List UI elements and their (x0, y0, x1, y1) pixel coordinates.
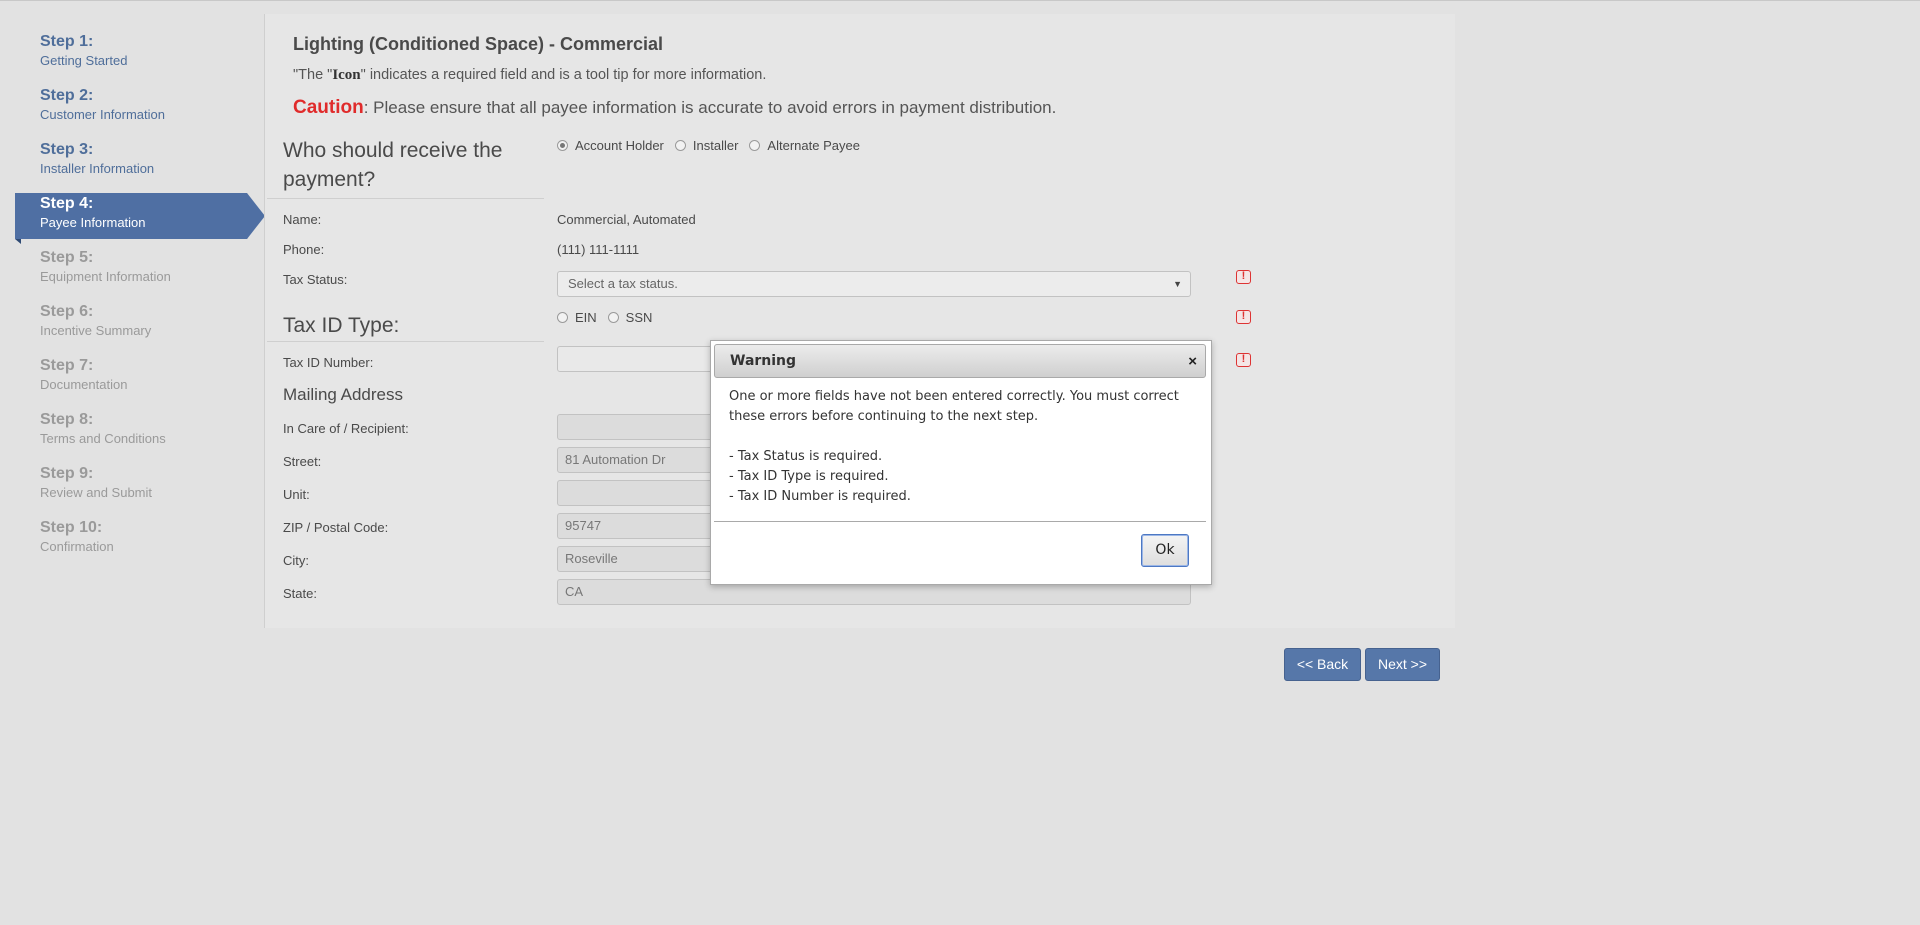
sidebar-step-1[interactable]: Step 1: Getting Started (15, 14, 265, 68)
section-divider (267, 341, 544, 342)
sidebar-step-6: Step 6: Incentive Summary (15, 284, 265, 338)
step-number: Step 5: (40, 249, 94, 266)
unit-label: Unit: (283, 487, 310, 502)
next-button[interactable]: Next >> (1365, 648, 1440, 681)
step-number: Step 3: (40, 141, 94, 158)
radio-account-holder[interactable]: Account Holder (557, 138, 664, 153)
step-number: Step 4: (40, 195, 94, 212)
back-button[interactable]: << Back (1284, 648, 1361, 681)
step-number: Step 7: (40, 357, 94, 374)
radio-ssn[interactable]: SSN (607, 310, 652, 325)
step-label: Review and Submit (40, 485, 152, 500)
name-value: Commercial, Automated (557, 212, 696, 227)
step-label: Terms and Conditions (40, 431, 166, 446)
step-label: Installer Information (40, 161, 155, 176)
radio-button[interactable] (607, 312, 619, 323)
dialog-header: Warning × (714, 344, 1206, 378)
step-label: Payee Information (40, 215, 146, 230)
page-title: Lighting (Conditioned Space) - Commercia… (293, 34, 664, 54)
caution-message: Caution: Please ensure that all payee in… (293, 97, 1056, 119)
step-number: Step 1: (40, 33, 94, 50)
phone-label: Phone: (283, 242, 325, 257)
city-label: City: (283, 553, 309, 568)
radio-alternate-payee[interactable]: Alternate Payee (749, 138, 860, 153)
required-error-icon[interactable]: ! (1236, 353, 1251, 367)
sidebar-step-7: Step 7: Documentation (15, 338, 265, 392)
step-number: Step 9: (40, 465, 94, 482)
mailing-address-heading: Mailing Address (283, 385, 404, 404)
step-number: Step 2: (40, 87, 94, 104)
payee-radio-group: Account Holder Installer Alternate Payee (557, 138, 871, 153)
name-label: Name: (283, 212, 322, 227)
sidebar-step-8: Step 8: Terms and Conditions (15, 392, 265, 446)
error-item: - Tax ID Type is required. (729, 469, 889, 484)
step-number: Step 8: (40, 411, 94, 428)
step-label: Incentive Summary (40, 323, 152, 338)
tax-id-type-radio-group: EIN SSN (557, 310, 663, 325)
required-error-icon[interactable]: ! (1236, 310, 1251, 324)
dialog-message-text: One or more fields have not been entered… (729, 389, 1179, 424)
care-of-label: In Care of / Recipient: (283, 421, 409, 436)
radio-button[interactable] (557, 312, 568, 323)
error-item: - Tax ID Number is required. (729, 489, 911, 504)
step-label: Customer Information (40, 107, 165, 122)
top-border (0, 0, 1920, 1)
dialog-message: One or more fields have not been entered… (729, 387, 1189, 507)
icon-word: Icon (332, 67, 361, 83)
step-number: Step 10: (40, 519, 103, 536)
warning-dialog: Warning × One or more fields have not be… (710, 340, 1212, 585)
street-label: Street: (283, 454, 322, 469)
sidebar-step-10: Step 10: Confirmation (15, 500, 265, 554)
payee-question-heading: Who should receive the payment? (283, 139, 503, 191)
sidebar-step-3[interactable]: Step 3: Installer Information (15, 122, 265, 176)
required-error-icon[interactable]: ! (1236, 270, 1251, 284)
section-divider (267, 198, 544, 199)
close-icon[interactable]: × (1188, 353, 1197, 370)
step-label: Getting Started (40, 53, 128, 68)
step-sidebar: Step 1: Getting Started Step 2: Customer… (15, 14, 265, 554)
radio-button[interactable] (557, 140, 568, 151)
sidebar-step-4[interactable]: Step 4: Payee Information (15, 176, 265, 230)
dialog-title: Warning (730, 353, 797, 369)
zip-label: ZIP / Postal Code: (283, 520, 389, 535)
sidebar-step-9: Step 9: Review and Submit (15, 446, 265, 500)
step-label: Equipment Information (40, 269, 171, 284)
chevron-down-icon: ▼ (1173, 279, 1182, 289)
error-item: - Tax Status is required. (729, 449, 883, 464)
state-label: State: (283, 586, 317, 601)
step-label: Confirmation (40, 539, 114, 554)
caution-text: : Please ensure that all payee informati… (363, 98, 1057, 117)
radio-installer[interactable]: Installer (674, 138, 738, 153)
phone-value: (111) 111-1111 (557, 242, 640, 257)
sidebar-step-2[interactable]: Step 2: Customer Information (15, 68, 265, 122)
sidebar-step-5: Step 5: Equipment Information (15, 230, 265, 284)
ok-button[interactable]: Ok (1141, 534, 1189, 567)
radio-button[interactable] (674, 140, 686, 151)
tax-id-number-label: Tax ID Number: (283, 355, 374, 370)
step-number: Step 6: (40, 303, 94, 320)
radio-button[interactable] (749, 140, 761, 151)
required-field-note: "The "Icon" indicates a required field a… (293, 67, 767, 83)
caution-label: Caution (293, 97, 364, 118)
tax-status-placeholder: Select a tax status. (568, 276, 678, 291)
tax-id-type-heading: Tax ID Type: (283, 314, 400, 337)
tax-status-label: Tax Status: (283, 272, 348, 287)
step-label: Documentation (40, 377, 128, 392)
radio-ein[interactable]: EIN (557, 310, 597, 325)
dialog-divider (714, 521, 1206, 522)
tax-status-select[interactable]: Select a tax status. ▼ (557, 271, 1191, 297)
